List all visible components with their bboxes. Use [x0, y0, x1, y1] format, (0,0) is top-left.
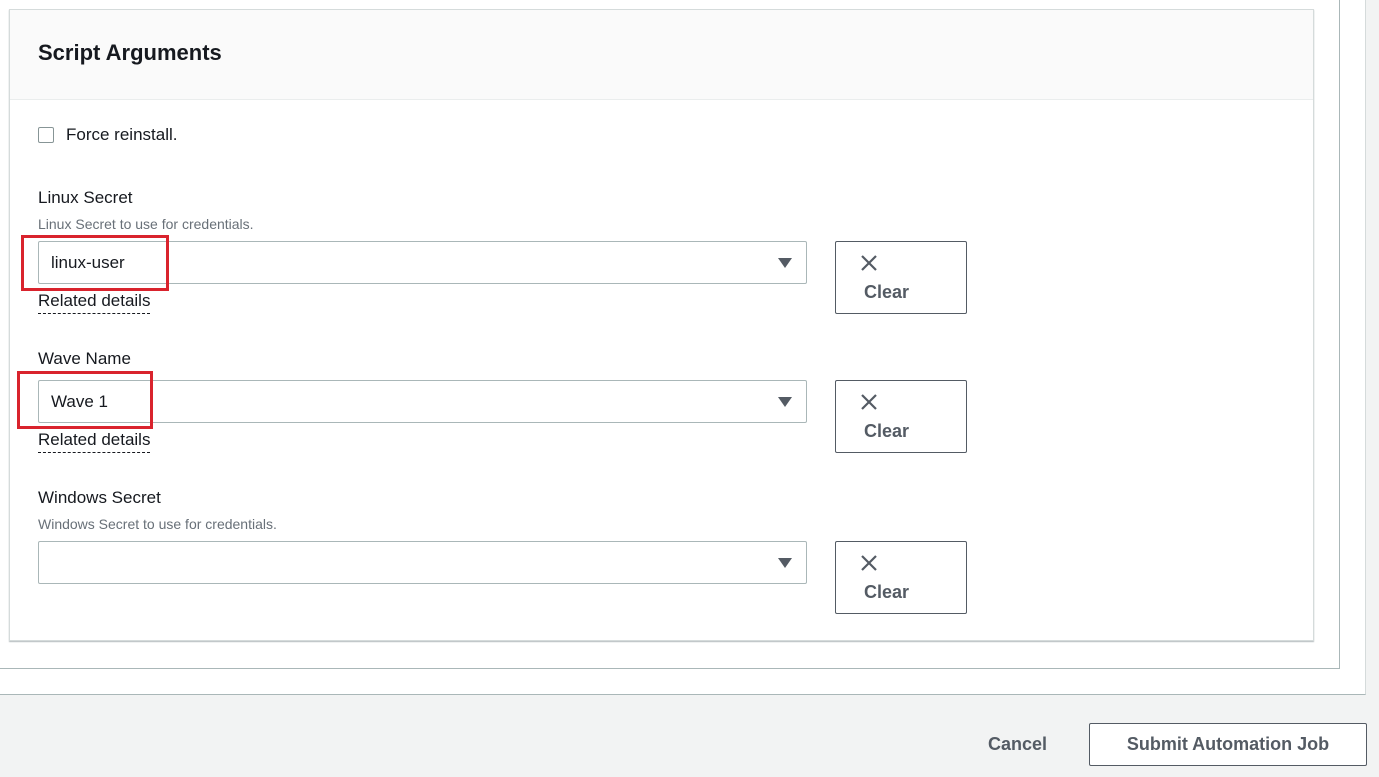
linux-secret-label: Linux Secret — [38, 188, 133, 207]
clear-label: Clear — [864, 282, 910, 302]
caret-down-icon — [778, 397, 792, 407]
force-reinstall-row[interactable]: Force reinstall. — [38, 125, 177, 145]
force-reinstall-checkbox[interactable] — [38, 127, 54, 143]
windows-secret-select[interactable] — [38, 541, 807, 584]
force-reinstall-label: Force reinstall. — [66, 125, 178, 144]
wave-name-related-details[interactable]: Related details — [38, 430, 151, 453]
linux-secret-value: linux-user — [51, 253, 125, 272]
wave-name-value: Wave 1 — [51, 392, 109, 411]
clear-label: Clear — [864, 582, 910, 602]
linux-secret-clear-button[interactable]: Clear — [835, 241, 967, 314]
clear-label: Clear — [864, 421, 910, 441]
close-icon — [861, 394, 877, 410]
linux-secret-select[interactable]: linux-user — [38, 241, 807, 284]
close-icon — [861, 555, 877, 571]
panel-header: Script Arguments — [10, 10, 1313, 100]
windows-secret-label: Windows Secret — [38, 488, 161, 507]
cancel-button[interactable]: Cancel — [970, 723, 1065, 765]
wave-name-label: Wave Name — [38, 349, 131, 368]
wave-name-clear-button[interactable]: Clear — [835, 380, 967, 453]
caret-down-icon — [778, 558, 792, 568]
close-icon — [861, 255, 877, 271]
script-arguments-panel: Script Arguments Force reinstall. Linux … — [9, 9, 1314, 641]
panel-title: Script Arguments — [38, 40, 222, 65]
submit-automation-job-button[interactable]: Submit Automation Job — [1089, 723, 1367, 766]
linux-secret-related-details[interactable]: Related details — [38, 291, 151, 314]
windows-secret-description: Windows Secret to use for credentials. — [38, 516, 277, 532]
windows-secret-clear-button[interactable]: Clear — [835, 541, 967, 614]
caret-down-icon — [778, 258, 792, 268]
wave-name-select[interactable]: Wave 1 — [38, 380, 807, 423]
linux-secret-description: Linux Secret to use for credentials. — [38, 216, 254, 232]
